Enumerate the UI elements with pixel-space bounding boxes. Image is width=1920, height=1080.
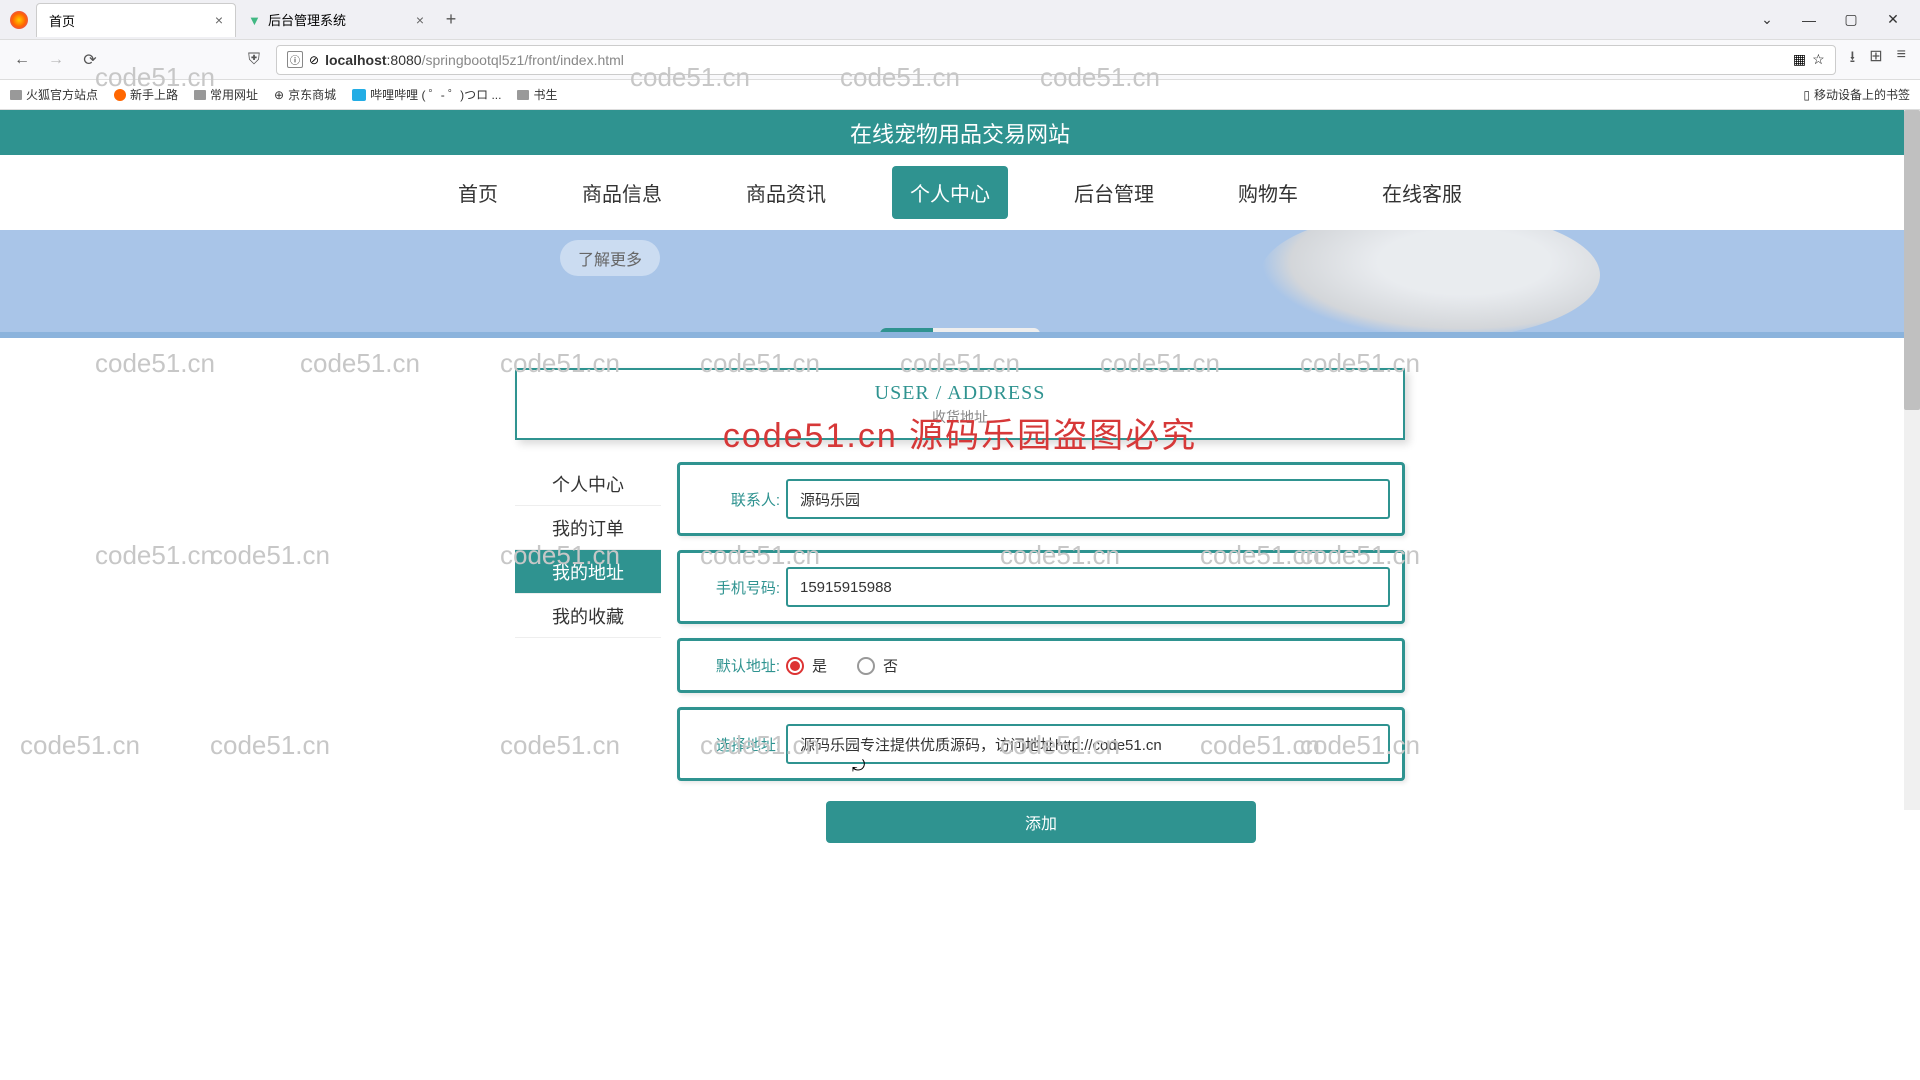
globe-icon: ⊕ [274, 88, 284, 102]
download-icon[interactable]: ⭳ [1850, 46, 1856, 73]
vertical-scrollbar[interactable] [1904, 110, 1920, 810]
bookmarks-bar: 火狐官方站点 新手上路 常用网址 ⊕京东商城 哔哩哔哩 ( ゜- ゜)つロ ..… [0, 80, 1920, 110]
address-input[interactable] [786, 724, 1390, 764]
radio-yes[interactable]: 是 [786, 655, 827, 676]
scrollbar-thumb[interactable] [1904, 110, 1920, 410]
menu-icon[interactable]: ≡ [1897, 46, 1906, 73]
contact-label: 联系人: [692, 489, 780, 510]
section-header: USER / ADDRESS 收货地址 [515, 368, 1405, 440]
form-row-default: 默认地址: 是 否 [677, 638, 1405, 693]
vue-icon: ▼ [248, 13, 262, 27]
shield-icon[interactable]: ⛨ [242, 48, 266, 72]
browser-toolbar: ← → ⟳ ⛨ ⓘ ⊘ localhost:8080/springbootql5… [0, 40, 1920, 80]
page-info-icon[interactable]: ⓘ [287, 51, 303, 68]
bookmark-item[interactable]: 常用网址 [194, 86, 258, 103]
extension-icon[interactable]: ⊞ [1869, 46, 1882, 73]
close-icon[interactable]: × [215, 12, 223, 28]
bookmark-item[interactable]: 新手上路 [114, 86, 178, 103]
bilibili-icon [352, 89, 366, 101]
bookmark-item[interactable]: 书生 [517, 86, 557, 103]
side-item-address[interactable]: 我的地址 [515, 550, 661, 594]
side-item-orders[interactable]: 我的订单 [515, 506, 661, 550]
form-row-contact: 联系人: [677, 462, 1405, 536]
firefox-icon [10, 11, 28, 29]
nav-service[interactable]: 在线客服 [1364, 166, 1480, 219]
bookmark-star-icon[interactable]: ☆ [1812, 51, 1825, 68]
nav-home[interactable]: 首页 [440, 166, 516, 219]
close-icon[interactable]: × [416, 12, 424, 28]
main-nav: 首页 商品信息 商品资讯 个人中心 后台管理 购物车 在线客服 [0, 155, 1920, 230]
banner-image [1260, 230, 1600, 338]
back-button[interactable]: ← [10, 48, 34, 72]
browser-tab-home[interactable]: 首页 × [36, 3, 236, 37]
default-label: 默认地址: [692, 655, 780, 676]
tab-title: 首页 [49, 11, 75, 30]
learn-more-button[interactable]: 了解更多 [560, 240, 660, 276]
radio-icon [857, 657, 875, 675]
hero-banner: 了解更多 [0, 230, 1920, 338]
folder-icon [194, 90, 206, 100]
side-menu: 个人中心 我的订单 我的地址 我的收藏 [515, 462, 661, 843]
url-host: localhost:8080/springbootql5z1/front/ind… [325, 52, 624, 68]
connection-icon: ⊘ [309, 53, 319, 67]
mobile-icon: ▯ [1803, 88, 1810, 102]
side-item-profile[interactable]: 个人中心 [515, 462, 661, 506]
form-row-phone: 手机号码: [677, 550, 1405, 624]
phone-label: 手机号码: [692, 577, 780, 598]
qr-icon[interactable]: ▦ [1793, 51, 1806, 68]
phone-input[interactable] [786, 567, 1390, 607]
mobile-bookmarks[interactable]: ▯移动设备上的书签 [1803, 86, 1910, 103]
bookmark-item[interactable]: ⊕京东商城 [274, 86, 336, 103]
radio-no[interactable]: 否 [857, 655, 898, 676]
browser-tab-strip: 首页 × ▼ 后台管理系统 × + ⌄ — ▢ ✕ [0, 0, 1920, 40]
bookmark-item[interactable]: 哔哩哔哩 ( ゜- ゜)つロ ... [352, 86, 501, 103]
nav-admin[interactable]: 后台管理 [1056, 166, 1172, 219]
close-window-icon[interactable]: ✕ [1878, 11, 1908, 28]
form-row-address: 选择地址: [677, 707, 1405, 781]
site-header: 在线宠物用品交易网站 [0, 110, 1920, 155]
nav-products[interactable]: 商品信息 [564, 166, 680, 219]
contact-input[interactable] [786, 479, 1390, 519]
submit-button[interactable]: 添加 [826, 801, 1256, 843]
bookmark-item[interactable]: 火狐官方站点 [10, 86, 98, 103]
address-form: 联系人: 手机号码: 默认地址: 是 否 选择地址: [677, 462, 1405, 843]
minimize-icon[interactable]: — [1794, 12, 1824, 28]
carousel-indicator[interactable] [880, 328, 1040, 338]
reload-button[interactable]: ⟳ [78, 48, 102, 72]
browser-tab-admin[interactable]: ▼ 后台管理系统 × [236, 3, 436, 37]
chevron-down-icon[interactable]: ⌄ [1752, 11, 1782, 28]
folder-icon [10, 90, 22, 100]
nav-news[interactable]: 商品资讯 [728, 166, 844, 219]
address-label: 选择地址: [692, 734, 780, 755]
side-item-favorites[interactable]: 我的收藏 [515, 594, 661, 638]
maximize-icon[interactable]: ▢ [1836, 11, 1866, 28]
firefox-icon [114, 89, 126, 101]
forward-button[interactable]: → [44, 48, 68, 72]
site-title: 在线宠物用品交易网站 [850, 117, 1070, 149]
url-bar[interactable]: ⓘ ⊘ localhost:8080/springbootql5z1/front… [276, 45, 1836, 75]
section-title-cn: 收货地址 [932, 407, 988, 427]
folder-icon [517, 90, 529, 100]
nav-cart[interactable]: 购物车 [1220, 166, 1316, 219]
radio-icon [786, 657, 804, 675]
section-title-en: USER / ADDRESS [875, 382, 1046, 405]
nav-user-center[interactable]: 个人中心 [892, 166, 1008, 219]
new-tab-button[interactable]: + [436, 5, 466, 35]
tab-title: 后台管理系统 [268, 10, 346, 29]
